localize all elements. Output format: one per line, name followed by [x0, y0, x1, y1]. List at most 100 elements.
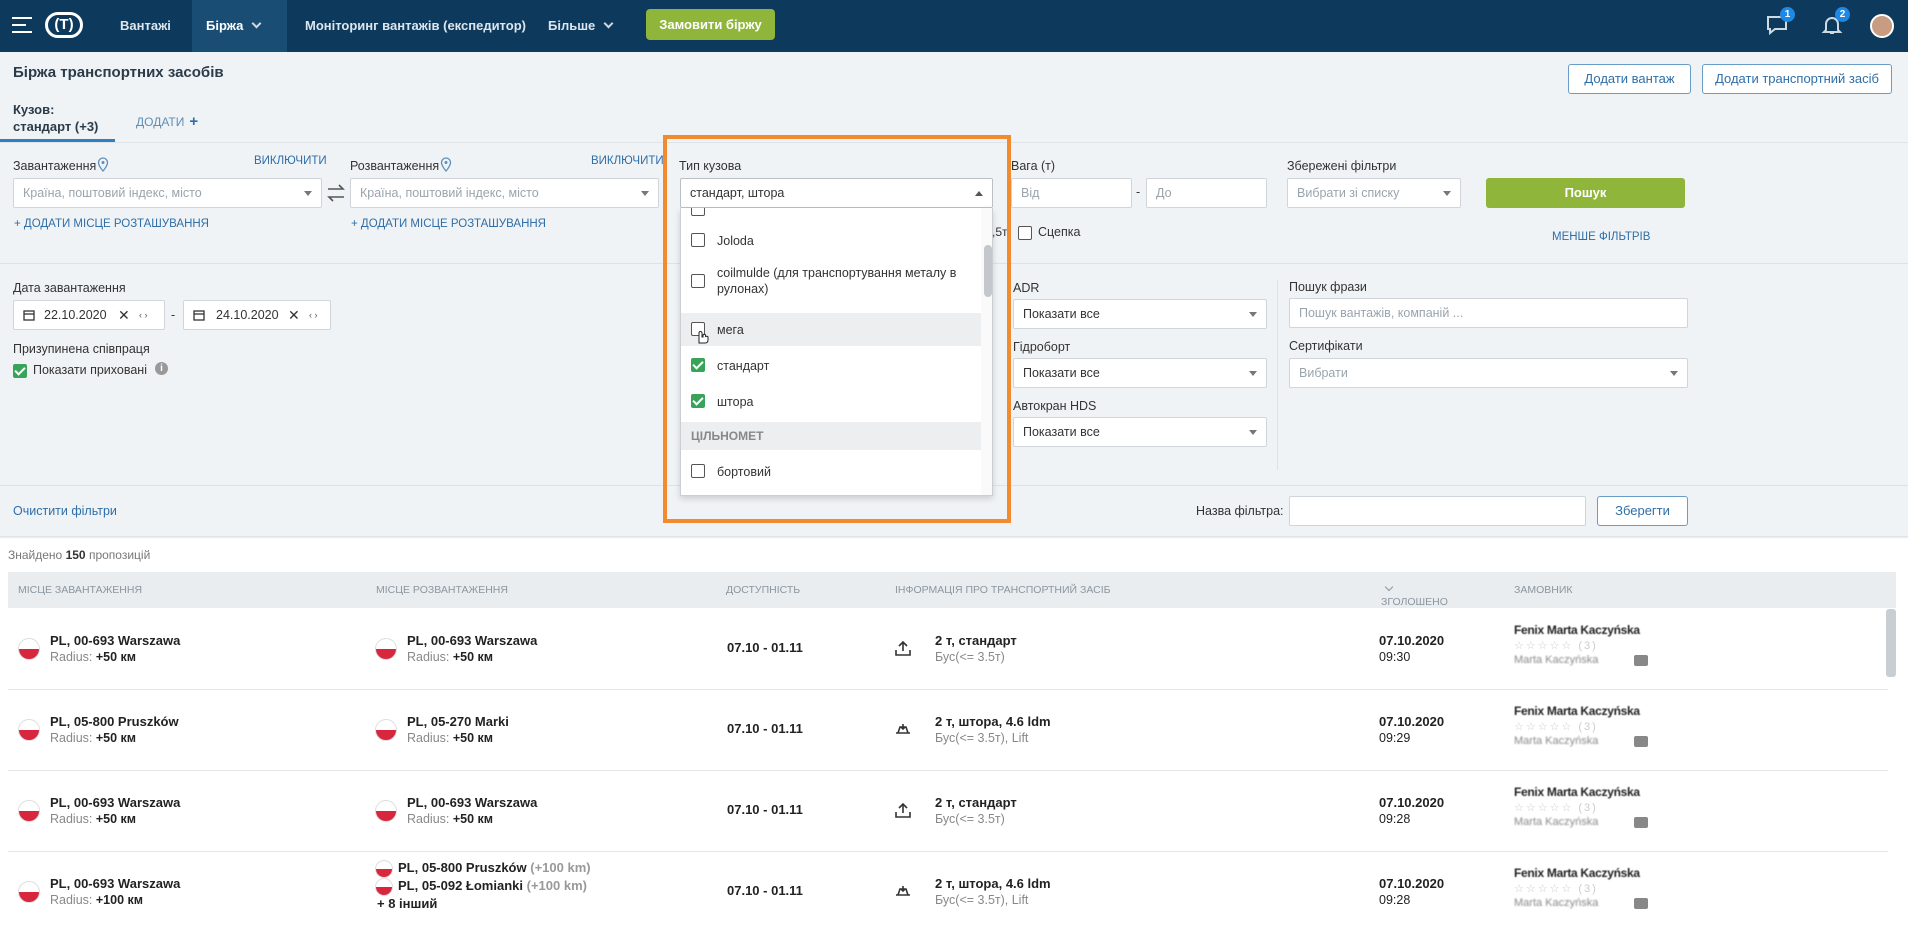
avatar[interactable]: [1870, 14, 1894, 38]
show-hidden-checkbox[interactable]: Показати приховані i: [13, 362, 168, 378]
save-filter-button[interactable]: Зберегти: [1597, 496, 1688, 526]
row-customer[interactable]: Fenix Marta Kaczyńska: [1514, 866, 1640, 880]
caret-down-icon: [1443, 191, 1451, 196]
chevron-down-icon: [603, 18, 614, 29]
table-row[interactable]: PL, 00-693 Warszawa Radius: +100 км PL, …: [8, 852, 1888, 930]
adr-select[interactable]: Показати все: [1013, 299, 1267, 329]
results-suffix: пропозицій: [88, 548, 151, 562]
menu-icon[interactable]: [12, 17, 32, 33]
chevron-down-icon: [251, 18, 262, 29]
nav-item-cargo[interactable]: Вантажі: [108, 0, 174, 52]
row-to: PL, 00-693 Warszawa: [407, 633, 538, 648]
order-exchange-button[interactable]: Замовити біржу: [646, 9, 775, 40]
row-date: 07.10.2020: [1379, 876, 1445, 891]
table-row[interactable]: PL, 05-800 Pruszków Radius: +50 км PL, 0…: [8, 690, 1888, 771]
add-vehicle-button[interactable]: Додати транспортний засіб: [1702, 64, 1892, 94]
crane-select[interactable]: Показати все: [1013, 417, 1267, 447]
weight-from-input[interactable]: Від: [1011, 178, 1132, 208]
radius-label: Radius:: [407, 650, 450, 664]
search-button[interactable]: Пошук: [1486, 178, 1685, 208]
col-unloading[interactable]: МІСЦЕ РОЗВАНТАЖЕННЯ: [376, 584, 508, 596]
coupling-label: Сцепка: [1038, 225, 1081, 239]
results-scrollbar[interactable]: [1886, 609, 1896, 677]
swap-icon[interactable]: [326, 184, 346, 202]
loading-location-placeholder: Країна, поштовий індекс, місто: [23, 186, 202, 200]
date-dash: -: [171, 308, 176, 322]
chat-icon[interactable]: [1634, 736, 1648, 747]
row-from: PL, 00-693 Warszawa: [50, 795, 181, 810]
table-row[interactable]: PL, 00-693 Warszawa Radius: +50 км PL, 0…: [8, 609, 1888, 690]
stepper-icon[interactable]: ‹ ›: [309, 301, 318, 329]
clear-icon[interactable]: ✕: [288, 301, 300, 329]
clear-filters-link[interactable]: Очистити фільтри: [13, 504, 117, 518]
nav-item-monitoring[interactable]: Моніторинг вантажів (експедитор): [305, 0, 526, 52]
row-vehicle: 2 т, штора, 4.6 ldm: [935, 714, 1051, 729]
location-pin-icon: [97, 157, 109, 172]
messages-icon[interactable]: 1: [1765, 7, 1795, 36]
unloading-add-location-link[interactable]: + ДОДАТИ МІСЦЕ РОЗТАШУВАННЯ: [351, 218, 546, 230]
saved-filters-select[interactable]: Вибрати зі списку: [1287, 178, 1461, 208]
flag-pl-icon: [375, 878, 393, 896]
chat-icon[interactable]: [1634, 898, 1648, 909]
row-customer-contact[interactable]: Marta Kaczyńska: [1514, 735, 1598, 747]
row-customer-contact[interactable]: Marta Kaczyńska: [1514, 897, 1598, 909]
loading-location-input[interactable]: Країна, поштовий індекс, місто: [13, 178, 322, 208]
add-cargo-button[interactable]: Додати вантаж: [1568, 64, 1691, 94]
bell-icon[interactable]: 2: [1820, 7, 1850, 36]
phrase-input[interactable]: Пошук вантажів, компаній ...: [1289, 298, 1688, 328]
weight-dash: -: [1136, 185, 1141, 199]
row-customer[interactable]: Fenix Marta Kaczyńska: [1514, 704, 1640, 718]
row-customer[interactable]: Fenix Marta Kaczyńska: [1514, 785, 1640, 799]
stepper-icon[interactable]: ‹ ›: [139, 301, 148, 329]
chat-icon[interactable]: [1634, 817, 1648, 828]
col-loading[interactable]: МІСЦЕ ЗАВАНТАЖЕННЯ: [18, 584, 142, 596]
filter-name-input[interactable]: [1289, 496, 1586, 526]
chat-icon[interactable]: [1634, 655, 1648, 666]
row-customer-contact[interactable]: Marta Kaczyńska: [1514, 654, 1598, 666]
radius-value: +50 км: [452, 812, 494, 826]
tab-add-filter[interactable]: ДОДАТИ +: [136, 113, 198, 130]
unloading-location-input[interactable]: Країна, поштовий індекс, місто: [350, 178, 659, 208]
loading-exclude-link[interactable]: ВИКЛЮЧИТИ: [254, 155, 327, 167]
clear-icon[interactable]: ✕: [118, 301, 130, 329]
col-reported[interactable]: ЗГОЛОШЕНО: [1381, 582, 1448, 608]
rating-stars-icon: ☆☆☆☆☆ (3): [1514, 883, 1598, 895]
weight-to-input[interactable]: До: [1146, 178, 1267, 208]
load-date-label: Дата завантаження: [13, 281, 126, 295]
hydro-select[interactable]: Показати все: [1013, 358, 1267, 388]
row-availability: 07.10 - 01.11: [727, 640, 803, 655]
nav-item-exchange[interactable]: Біржа: [192, 0, 287, 52]
highlight-frame: [663, 135, 1011, 523]
col-customer[interactable]: ЗАМОВНИК: [1514, 584, 1573, 596]
row-from: PL, 00-693 Warszawa: [50, 633, 181, 648]
col-availability[interactable]: ДОСТУПНІСТЬ: [726, 584, 800, 596]
table-row[interactable]: PL, 00-693 Warszawa Radius: +50 км PL, 0…: [8, 771, 1888, 852]
row-customer-contact[interactable]: Marta Kaczyńska: [1514, 816, 1598, 828]
col-vehicle-info[interactable]: ІНФОРМАЦІЯ ПРО ТРАНСПОРТНИЙ ЗАСІБ: [895, 584, 1111, 596]
logo[interactable]: (T): [45, 12, 83, 38]
date-to-input[interactable]: 24.10.2020 ✕ ‹ ›: [183, 300, 331, 330]
row-from-radius: Radius: +50 км: [50, 650, 136, 664]
info-icon[interactable]: i: [155, 362, 168, 375]
tab-body-type-value: стандарт (+3): [13, 119, 99, 134]
rating-count: (3): [1578, 883, 1598, 895]
caret-down-icon: [1249, 430, 1257, 435]
row-customer[interactable]: Fenix Marta Kaczyńska: [1514, 623, 1640, 637]
row-to: PL, 05-270 Marki: [407, 714, 509, 729]
flag-pl-icon: [18, 638, 40, 660]
row-to-extra: (+100 km): [530, 860, 591, 875]
loading-add-location-link[interactable]: + ДОДАТИ МІСЦЕ РОЗТАШУВАННЯ: [14, 218, 209, 230]
row-to-more[interactable]: + 8 інший: [377, 896, 437, 911]
date-from-input[interactable]: 22.10.2020 ✕ ‹ ›: [13, 300, 165, 330]
row-to2-extra: (+100 km): [526, 878, 587, 893]
unloading-exclude-link[interactable]: ВИКЛЮЧИТИ: [591, 155, 664, 167]
row-to-radius: Radius: +50 км: [407, 650, 493, 664]
nav-item-more[interactable]: Більше: [548, 0, 614, 52]
tab-body-type[interactable]: Кузов: стандарт (+3): [0, 96, 115, 142]
less-filters-link[interactable]: МЕНШЕ ФІЛЬТРІВ: [1552, 231, 1650, 243]
coupling-checkbox[interactable]: Сцепка: [1018, 224, 1080, 240]
flag-pl-icon: [375, 800, 397, 822]
cert-select[interactable]: Вибрати: [1289, 358, 1688, 388]
results-number: 150: [65, 548, 86, 562]
rating-count: (3): [1578, 802, 1598, 814]
